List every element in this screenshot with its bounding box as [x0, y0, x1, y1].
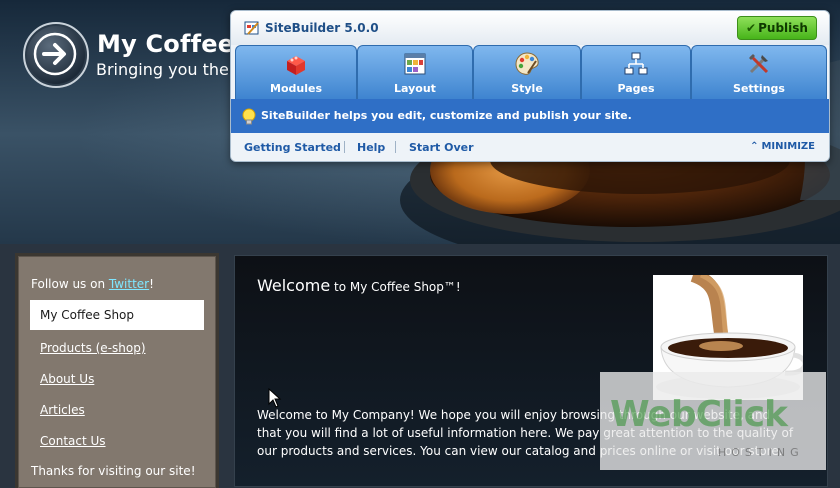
mouse-cursor-icon [268, 388, 282, 408]
nav-item-contact-us[interactable]: Contact Us [40, 434, 106, 448]
tab-settings[interactable]: Settings [691, 45, 827, 100]
sitebuilder-topbar: SiteBuilder 5.0.0 ✔ Publish [231, 11, 829, 45]
publish-label: Publish [758, 21, 808, 35]
follow-prefix: Follow us on [31, 277, 109, 291]
tab-pages-label: Pages [617, 82, 655, 95]
help-link[interactable]: Help [357, 141, 385, 154]
nav-item-my-coffee-shop[interactable]: My Coffee Shop [30, 300, 204, 330]
watermark-text: WebClick [610, 394, 788, 435]
sitebuilder-links: Getting Started Help Start Over ⌃ MINIMIZ… [231, 133, 829, 161]
nav-item-articles[interactable]: Articles [40, 403, 85, 417]
sitebuilder-panel: SiteBuilder 5.0.0 ✔ Publish Modules Layou… [230, 10, 830, 162]
sitebuilder-tabs: Modules Layout Style Pages Settings [231, 45, 829, 107]
tab-pages[interactable]: Pages [581, 45, 691, 100]
minimize-label: MINIMIZE [761, 141, 815, 152]
tab-layout[interactable]: Layout [357, 45, 473, 100]
tab-style[interactable]: Style [473, 45, 581, 100]
style-icon [515, 52, 539, 75]
tab-settings-label: Settings [733, 82, 785, 95]
sitebuilder-info-bar: SiteBuilder helps you edit, customize an… [231, 99, 829, 133]
tab-style-label: Style [511, 82, 543, 95]
sitebuilder-logo-icon [244, 21, 259, 35]
check-icon: ✔ [746, 21, 757, 35]
chevron-up-icon: ⌃ [750, 141, 759, 152]
link-separator [344, 141, 345, 153]
settings-icon [749, 54, 769, 74]
site-logo[interactable] [23, 22, 89, 88]
arrow-right-icon [33, 32, 77, 76]
start-over-link[interactable]: Start Over [409, 141, 474, 154]
twitter-link[interactable]: Twitter [109, 277, 149, 291]
layout-icon [404, 53, 426, 75]
nav-item-label: My Coffee Shop [40, 308, 135, 322]
welcome-small: to My Coffee Shop™! [330, 280, 461, 294]
nav-item-products[interactable]: Products (e-shop) [40, 341, 146, 355]
hosting-watermark: WebClick HOSTING [600, 372, 826, 470]
publish-button[interactable]: ✔ Publish [737, 16, 817, 40]
sitebuilder-info-message: SiteBuilder helps you edit, customize an… [261, 109, 632, 122]
sitebuilder-title: SiteBuilder 5.0.0 [265, 21, 379, 35]
nav-item-about-us[interactable]: About Us [40, 372, 94, 386]
watermark-subtext: HOSTING [718, 446, 804, 459]
sidebar: Follow us on Twitter! My Coffee Shop Pro… [18, 256, 216, 488]
getting-started-link[interactable]: Getting Started [244, 141, 341, 154]
tab-modules-label: Modules [270, 82, 322, 95]
follow-suffix: ! [149, 277, 154, 291]
minimize-button[interactable]: ⌃ MINIMIZE [750, 141, 815, 152]
tab-layout-label: Layout [394, 82, 436, 95]
thanks-text: Thanks for visiting our site! [31, 464, 196, 478]
modules-icon [287, 56, 305, 75]
link-separator [395, 141, 396, 153]
lightbulb-icon [242, 108, 256, 125]
welcome-big: Welcome [257, 276, 331, 295]
tab-modules[interactable]: Modules [235, 45, 357, 100]
follow-us: Follow us on Twitter! [31, 277, 154, 291]
pages-icon [624, 52, 648, 75]
page-title: Welcome to My Coffee Shop™! [257, 276, 461, 295]
